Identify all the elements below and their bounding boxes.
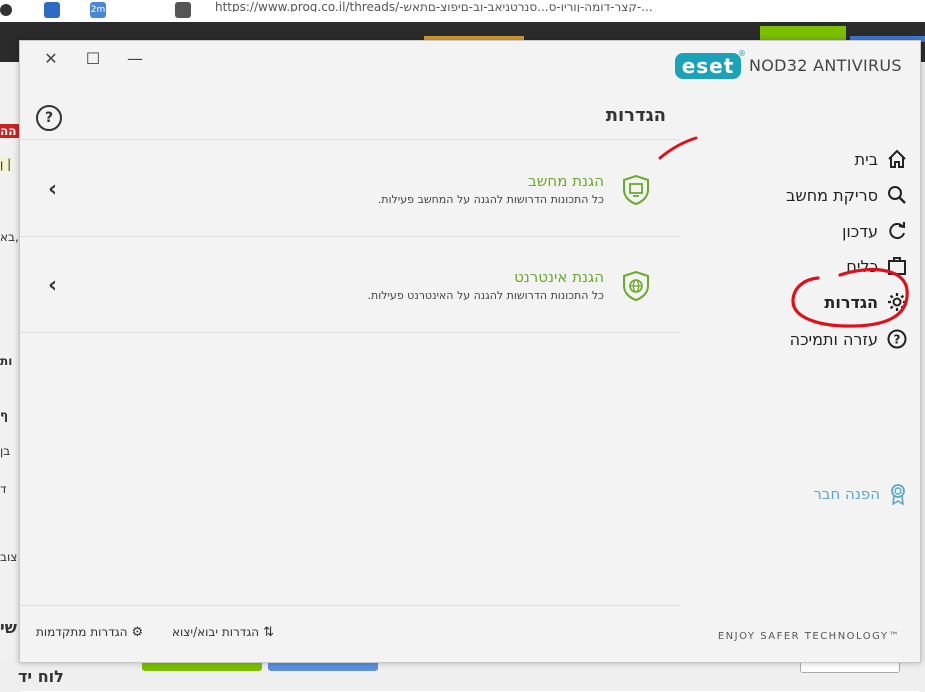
nav-label: עזרה ותמיכה (789, 329, 878, 349)
svg-text:?: ? (894, 333, 901, 347)
advanced-settings-label: הגדרות מתקדמות (36, 625, 128, 639)
chevron-left-icon: ‹ (48, 177, 58, 202)
nav-computer-scan[interactable]: סריקת מחשב (786, 182, 908, 208)
nav-help-support[interactable]: ? עזרה ותמיכה (790, 326, 908, 352)
refresh-icon (889, 222, 905, 240)
refer-friend-link[interactable]: הפנה חבר (813, 483, 908, 505)
bg-text: ף (0, 408, 9, 422)
product-name: NOD32 ANTIVIRUS (749, 56, 902, 75)
bg-text: צוב (0, 550, 18, 564)
computer-protection-row[interactable]: הגנת מחשב כל התכונות הדרושות להגנה על המ… (20, 141, 680, 237)
gear-icon (888, 293, 906, 311)
bg-page-left: ם הה ן | בא, ות ף בן ד צוב שי (0, 62, 30, 692)
refer-friend-label: הפנה חבר (813, 485, 880, 503)
main-panel: הגדרות ? הגנת מחשב כל התכונות הדרושות לה… (20, 41, 680, 662)
import-export-icon: ⇅ (263, 625, 275, 640)
bg-text: ד (0, 482, 7, 496)
row-title: הגנת אינטרנט (514, 268, 604, 286)
bg-text: לוח יד (18, 667, 64, 686)
bg-text: ן | (0, 157, 12, 171)
tab-icon (175, 2, 191, 18)
briefcase-icon (888, 257, 906, 275)
bg-text: שי (0, 618, 17, 637)
search-icon (888, 186, 906, 204)
question-icon: ? (887, 329, 907, 349)
gear-icon: ⚙ (131, 625, 144, 640)
import-export-link[interactable]: ⇅הגדרות יבוא/יצוא (172, 625, 274, 640)
slogan: ENJOY SAFER TECHNOLOGY™ (717, 631, 900, 642)
tab-badge: 2m (90, 2, 106, 18)
divider (20, 139, 680, 140)
internet-protection-row[interactable]: הגנת אינטרנט כל התכונות הדרושות להגנה על… (20, 237, 680, 333)
nav-label: עדכון (842, 221, 878, 241)
url-text: https://www.prog.co.il/threads/-קצר-דומה… (215, 0, 653, 12)
bg-text: ות (0, 354, 13, 368)
globe-shield-icon (623, 271, 649, 301)
home-icon (888, 149, 906, 168)
nav-label: כלים (846, 256, 878, 276)
row-description: כל התכונות הדרושות להגנה על המחשב פעילות… (377, 193, 604, 206)
nav-label: סריקת מחשב (786, 185, 878, 205)
nav-settings[interactable]: הגדרות (824, 289, 908, 315)
bg-text: בא, (0, 230, 19, 244)
advanced-settings-link[interactable]: ⚙הגדרות מתקדמות (36, 625, 143, 640)
chevron-left-icon: ‹ (48, 273, 58, 298)
eset-logo: eset (675, 53, 741, 79)
browser-tab-bar: 2m https://www.prog.co.il/threads/-קצר-ד… (0, 0, 925, 23)
bg-page-bottom: לוח יד (0, 661, 925, 691)
page-title: הגדרות (605, 105, 666, 126)
award-icon (891, 484, 905, 505)
help-button[interactable]: ? (36, 105, 62, 131)
import-export-label: הגדרות יבוא/יצוא (172, 625, 260, 639)
nav-home[interactable]: בית (855, 146, 908, 172)
monitor-shield-icon (623, 175, 649, 205)
row-title: הגנת מחשב (528, 172, 604, 190)
url-bar[interactable]: https://www.prog.co.il/threads/-קצר-דומה… (215, 0, 925, 12)
row-description: כל התכונות הדרושות להגנה על האינטרנט פעי… (367, 289, 605, 302)
outlook-icon (44, 2, 60, 18)
divider (20, 605, 680, 606)
browser-icon (0, 4, 12, 16)
nav-label: בית (854, 149, 878, 169)
bg-text: בן (0, 444, 11, 458)
nav-update[interactable]: עדכון (842, 218, 908, 244)
eset-window: ✕ ☐ — eset ® NOD32 ANTIVIRUS הגדרות ? הג… (19, 40, 921, 663)
registered-mark: ® (738, 49, 746, 58)
nav-tools[interactable]: כלים (846, 253, 908, 279)
nav-label: הגדרות (824, 292, 878, 312)
